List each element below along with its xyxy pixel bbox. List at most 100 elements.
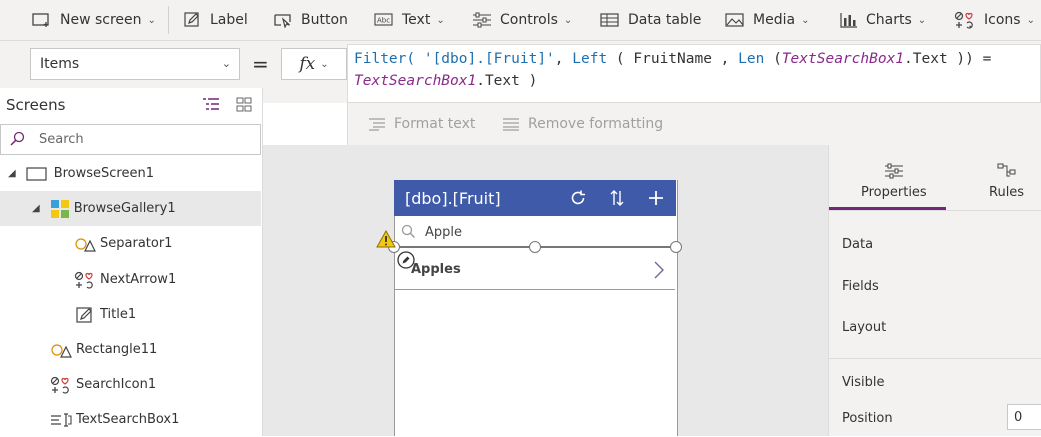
gallery-icon xyxy=(50,199,69,218)
formula-token: .Text ) xyxy=(476,73,538,89)
add-icon[interactable] xyxy=(647,189,665,207)
chevron-down-icon: ⌄ xyxy=(801,14,810,26)
tree-item-nextarrow1[interactable]: NextArrow1 xyxy=(0,262,261,297)
label-button-label: Label xyxy=(210,12,248,28)
tree-item-label: Title1 xyxy=(100,307,137,322)
charts-menu-label: Charts xyxy=(866,12,912,28)
label-button[interactable]: Label xyxy=(184,0,248,40)
icons-menu[interactable]: Icons ⌄ xyxy=(954,0,1035,40)
tree-item-label: BrowseScreen1 xyxy=(53,166,155,181)
format-text-icon xyxy=(369,118,385,131)
tree-item-label: NextArrow1 xyxy=(100,272,177,287)
gallery-item-title: Apples xyxy=(411,262,461,277)
formula-token: .Text )) = xyxy=(904,51,992,67)
media-menu[interactable]: Media ⌄ xyxy=(725,0,809,40)
button-button[interactable]: Button xyxy=(273,0,348,40)
toolbar-divider xyxy=(168,6,169,34)
chevron-down-icon: ⌄ xyxy=(147,14,156,26)
chevron-down-icon: ⌄ xyxy=(1026,14,1035,26)
icons-menu-label: Icons xyxy=(984,12,1021,28)
tree-item-browsescreen1[interactable]: ◢ BrowseScreen1 xyxy=(0,156,261,191)
tree-item-browsegallery1[interactable]: ◢ BrowseGallery1 xyxy=(0,191,261,226)
tree-item-searchicon1[interactable]: SearchIcon1 xyxy=(0,367,261,402)
sort-icon[interactable] xyxy=(609,188,625,208)
tree-item-label: TextSearchBox1 xyxy=(76,412,180,427)
chevron-down-icon: ⌄ xyxy=(563,14,573,26)
fx-icon: fx xyxy=(299,54,316,74)
fields-label[interactable]: Fields xyxy=(842,279,879,294)
divider xyxy=(829,210,1041,211)
tree-item-rectangle11[interactable]: Rectangle11 xyxy=(0,332,261,367)
property-dropdown[interactable]: Items ⌄ xyxy=(30,48,240,80)
button-button-label: Button xyxy=(301,12,348,28)
edit-icon[interactable] xyxy=(397,251,415,273)
chevron-right-icon[interactable] xyxy=(653,260,665,280)
new-screen-label: New screen xyxy=(60,12,142,28)
media-menu-label: Media xyxy=(753,12,796,28)
formula-token: TextSearchBox1 xyxy=(781,51,905,67)
app-search-value: Apple xyxy=(425,224,463,240)
text-menu-label: Text xyxy=(402,12,431,28)
remove-formatting-icon xyxy=(503,118,519,131)
tree-item-label: SearchIcon1 xyxy=(76,377,157,392)
tree-search-input[interactable]: Search xyxy=(0,124,261,155)
tree-item-separator1[interactable]: Separator1 xyxy=(0,226,261,261)
data-table-button[interactable]: Data table xyxy=(600,0,701,40)
tree-item-textsearchbox1[interactable]: TextSearchBox1 xyxy=(0,402,261,437)
format-text-button[interactable]: Format text xyxy=(368,103,475,145)
svg-text:Abc: Abc xyxy=(377,17,390,25)
new-screen-button[interactable]: New screen ⌄ xyxy=(32,0,156,40)
property-dropdown-value: Items xyxy=(40,56,80,72)
chevron-down-icon: ⌄ xyxy=(917,14,927,26)
remove-formatting-button[interactable]: Remove formatting xyxy=(502,103,663,145)
shapes-icon xyxy=(51,343,72,358)
data-label[interactable]: Data xyxy=(842,237,873,252)
formula-token: ( xyxy=(764,51,782,67)
search-icon xyxy=(401,224,416,239)
formula-token: Len xyxy=(738,51,765,67)
screens-title: Screens xyxy=(6,96,66,114)
data-table-label: Data table xyxy=(628,12,702,28)
position-x-input[interactable]: 0 xyxy=(1007,404,1041,430)
app-header-bar[interactable]: [dbo].[Fruit] xyxy=(394,180,676,216)
icons-icon xyxy=(954,11,973,29)
tree-view-toggle[interactable] xyxy=(202,96,220,116)
tree-item-title1[interactable]: Title1 xyxy=(0,297,261,332)
search-placeholder: Search xyxy=(39,132,84,147)
shapes-icon xyxy=(75,237,96,252)
formula-token: Left xyxy=(572,51,608,67)
format-text-label: Format text xyxy=(394,116,476,132)
search-icon xyxy=(10,131,25,146)
chevron-down-icon: ⌄ xyxy=(320,58,329,70)
charts-menu[interactable]: Charts ⌄ xyxy=(840,0,926,40)
layout-label[interactable]: Layout xyxy=(842,320,886,335)
tree-item-label: Rectangle11 xyxy=(76,342,158,357)
formula-token: ( FruitName , xyxy=(607,51,739,67)
sliders-icon xyxy=(473,12,491,28)
refresh-icon[interactable] xyxy=(568,188,588,208)
icons-icon xyxy=(50,376,69,394)
gallery-item[interactable]: Apples xyxy=(395,250,675,290)
formula-token: , xyxy=(554,51,573,67)
tree-list-icon xyxy=(203,98,219,110)
chevron-down-icon: ⌄ xyxy=(221,57,231,70)
new-screen-icon xyxy=(32,13,49,27)
warning-icon[interactable] xyxy=(376,229,396,252)
divider xyxy=(829,358,1041,359)
screen-icon xyxy=(26,166,47,181)
equals-sign: = xyxy=(252,52,269,76)
tree-item-label: Separator1 xyxy=(100,236,173,251)
formula-editor[interactable]: Filter( '[dbo].[Fruit]', Left ( FruitNam… xyxy=(347,44,1041,103)
controls-menu-label: Controls xyxy=(500,12,558,28)
app-title: [dbo].[Fruit] xyxy=(405,188,501,208)
thumbnail-view-toggle[interactable] xyxy=(236,97,252,116)
icons-icon xyxy=(74,271,93,289)
tab-rules[interactable]: Rules xyxy=(989,162,1024,200)
fx-button[interactable]: fx ⌄ xyxy=(281,48,347,80)
ribbon-toolbar: New screen ⌄ Label Button Abc Text ⌄ Con… xyxy=(0,0,1041,41)
button-icon xyxy=(274,14,291,28)
tab-properties[interactable]: Properties xyxy=(861,162,927,200)
text-menu[interactable]: Abc Text ⌄ xyxy=(374,0,445,40)
controls-menu[interactable]: Controls ⌄ xyxy=(472,0,572,40)
pencil-icon xyxy=(76,306,92,323)
